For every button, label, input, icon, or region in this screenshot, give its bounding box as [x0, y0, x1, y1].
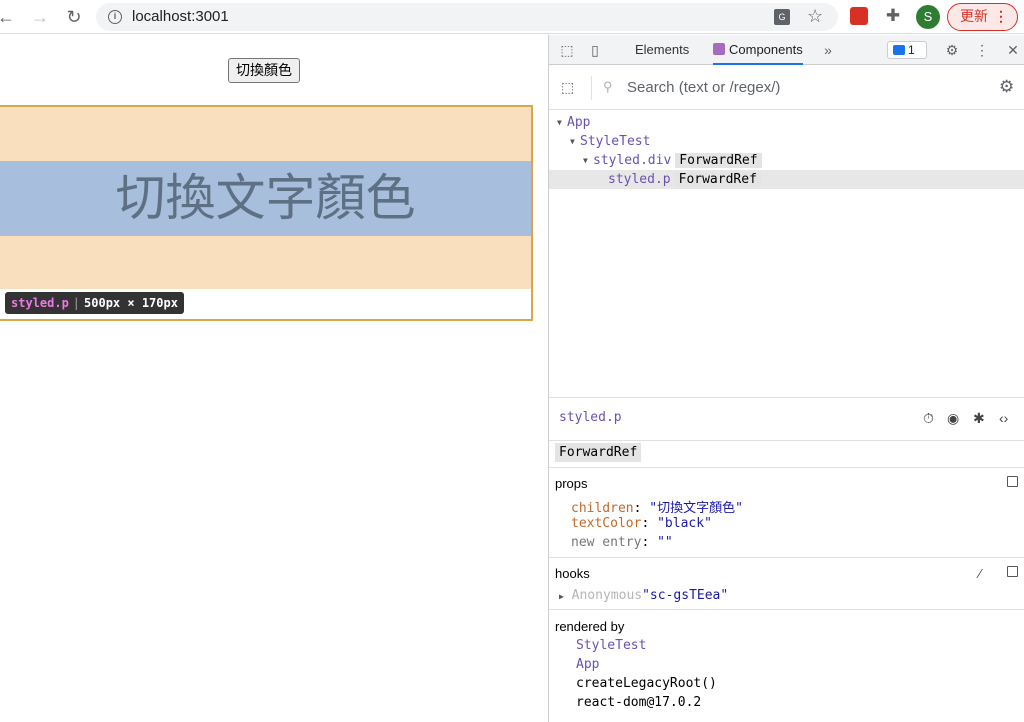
settings-gear-icon[interactable]: ⚙	[943, 41, 961, 59]
back-icon[interactable]: ←	[0, 5, 18, 29]
react-icon	[713, 43, 725, 55]
props-title: props	[555, 476, 588, 491]
inspect-tooltip: styled.p | 500px × 170px	[5, 292, 184, 314]
tree-component-name: styled.div	[593, 153, 672, 168]
devtools-panel: ⬚ ▯ Elements Components » 1 ⚙ ⋮ ✕ ⬚ ⚲ Se…	[548, 35, 1024, 722]
margin-area-bottom	[0, 236, 531, 289]
rendered-by-item[interactable]: StyleTest	[576, 638, 646, 653]
tree-row[interactable]: ▼ App	[549, 113, 1024, 132]
tab-components-label: Components	[729, 42, 803, 57]
forward-icon[interactable]: →	[28, 5, 52, 29]
inspected-element-highlight: 切換文字顏色	[0, 105, 533, 321]
close-devtools-icon[interactable]: ✕	[1004, 41, 1022, 59]
hook-row[interactable]: ▶ Anonymous"sc-gsTEea"	[559, 588, 728, 603]
menu-dots-icon: ⋮	[994, 8, 1008, 24]
tab-elements[interactable]: Elements	[635, 35, 689, 65]
prop-key: textColor	[571, 516, 642, 531]
hook-value: "sc-gsTEea"	[642, 588, 729, 603]
prop-row[interactable]: textColor: "black"	[571, 516, 712, 531]
stopwatch-icon[interactable]: ⏱	[923, 410, 934, 427]
tree-badge: ForwardRef	[675, 153, 762, 168]
expand-arrow-icon[interactable]: ▶	[559, 592, 564, 601]
update-label: 更新	[960, 8, 988, 24]
view-source-icon[interactable]: ‹›	[999, 410, 1008, 426]
tree-row[interactable]: ▼ styled.div ForwardRef	[549, 151, 1024, 170]
select-element-icon[interactable]: ⬚	[561, 79, 579, 97]
more-tabs-icon[interactable]: »	[819, 41, 837, 59]
forwardref-badge: ForwardRef	[555, 443, 642, 462]
profile-avatar[interactable]: S	[916, 5, 940, 29]
update-button[interactable]: 更新 ⋮	[947, 3, 1018, 31]
rendered-by-title: rendered by	[555, 619, 625, 634]
copy-icon[interactable]	[1007, 476, 1018, 487]
expand-arrow-icon[interactable]: ▼	[557, 113, 567, 132]
hooks-section: hooks ⁄ ▶ Anonymous"sc-gsTEea"	[549, 557, 1024, 609]
rendered-by-item: createLegacyRoot()	[576, 676, 717, 691]
rendered-by-item: react-dom@17.0.2	[576, 695, 702, 710]
page-viewport: 切換顏色 切換文字顏色 styled.p | 500px × 170px	[0, 35, 548, 722]
eye-icon[interactable]: ◉	[947, 410, 959, 427]
new-entry-value[interactable]: ""	[657, 535, 673, 550]
divider	[591, 76, 592, 100]
browser-toolbar: ← → ↻ i localhost:3001 G ☆ ✚ S 更新 ⋮	[0, 0, 1024, 34]
props-section: props children: "切換文字顏色" textColor: "bla…	[549, 467, 1024, 557]
info-icon[interactable]: i	[108, 10, 122, 24]
tree-component-name: styled.p	[608, 172, 671, 187]
inspect-cursor-icon[interactable]: ⬚	[558, 41, 576, 59]
devtools-tabbar: ⬚ ▯ Elements Components » 1 ⚙ ⋮ ✕	[549, 35, 1024, 65]
bug-icon[interactable]: ✱	[973, 410, 985, 427]
expand-arrow-icon[interactable]: ▼	[570, 132, 580, 151]
issues-count: 1	[908, 43, 915, 57]
tree-badge: ForwardRef	[674, 172, 761, 187]
selected-component-header: styled.p ⏱ ◉ ✱ ‹›	[549, 397, 1024, 441]
device-toggle-icon[interactable]: ▯	[586, 41, 604, 59]
magic-wand-icon[interactable]: ⁄	[979, 566, 981, 581]
inspect-tag: styled.p	[11, 296, 69, 310]
margin-area-top	[0, 107, 531, 161]
rendered-by-item[interactable]: App	[576, 657, 599, 672]
component-search-bar: ⬚ ⚲ Search (text or /regex/) ⚙	[549, 66, 1024, 110]
tree-component-name: StyleTest	[580, 134, 651, 149]
extensions-puzzle-icon[interactable]: ✚	[884, 7, 902, 25]
issues-icon	[893, 45, 905, 55]
content-text: 切換文字顏色	[115, 169, 416, 227]
inspect-size: 500px × 170px	[84, 296, 178, 310]
prop-key: children	[571, 501, 634, 516]
copy-icon[interactable]	[1007, 566, 1018, 577]
hooks-title: hooks	[555, 566, 590, 581]
search-icon: ⚲	[603, 79, 613, 94]
url-text[interactable]: localhost:3001	[132, 8, 229, 25]
new-entry-row[interactable]: new entry: ""	[571, 535, 673, 550]
bookmark-star-icon[interactable]: ☆	[807, 6, 823, 27]
prop-row[interactable]: children: "切換文字顏色"	[571, 497, 743, 516]
tree-component-name: App	[567, 115, 591, 130]
selected-component-name: styled.p	[559, 410, 622, 425]
rendered-by-section: rendered by StyleTest App createLegacyRo…	[549, 609, 1024, 722]
address-bar[interactable]: i localhost:3001 G ☆	[96, 3, 838, 31]
translate-icon[interactable]: G	[774, 9, 790, 25]
components-settings-icon[interactable]: ⚙	[999, 77, 1014, 97]
new-entry-key[interactable]: new entry	[571, 535, 641, 550]
tab-components[interactable]: Components	[713, 35, 803, 65]
extension-icon[interactable]	[850, 7, 868, 25]
styled-p-content: 切換文字顏色	[0, 161, 531, 236]
hook-name: Anonymous	[571, 588, 643, 603]
search-input[interactable]: Search (text or /regex/)	[627, 79, 780, 96]
tree-row[interactable]: ▼ StyleTest	[549, 132, 1024, 151]
issues-button[interactable]: 1	[887, 41, 927, 59]
toggle-color-button[interactable]: 切換顏色	[228, 58, 300, 83]
component-tree: ▼ App ▼ StyleTest ▼ styled.div ForwardRef st…	[549, 113, 1024, 189]
more-options-icon[interactable]: ⋮	[973, 41, 991, 59]
prop-value[interactable]: "切換文字顏色"	[649, 501, 743, 516]
prop-value[interactable]: "black"	[657, 516, 712, 531]
tree-row-selected[interactable]: styled.p ForwardRef	[549, 170, 1024, 189]
reload-icon[interactable]: ↻	[62, 5, 86, 29]
expand-arrow-icon[interactable]: ▼	[583, 151, 593, 170]
